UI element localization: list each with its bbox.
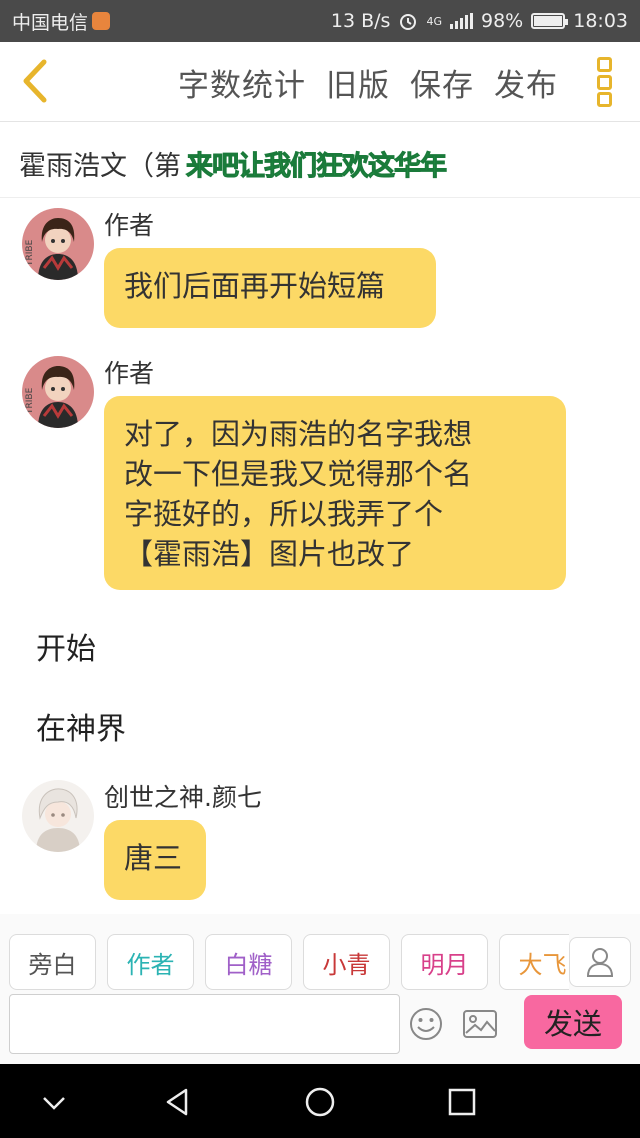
emoji-button[interactable] [408,1006,444,1042]
clock: 18:03 [573,10,628,32]
publish-button[interactable]: 发布 [494,60,558,105]
overlay-caption: 来吧让我们狂欢这华年 [186,151,448,183]
message-text: 唐三 [124,841,183,875]
carrier: 中国电信 [12,8,111,35]
emoji-icon [410,1008,442,1040]
role-chip-dafei[interactable]: 大飞 [499,934,569,990]
role-chip-baitang[interactable]: 白糖 [205,934,292,990]
anime-girl-avatar-icon: TRIBE [22,208,94,280]
role-chip-author[interactable]: 作者 [107,934,194,990]
old-version-button[interactable]: 旧版 [326,60,390,105]
add-role-button[interactable] [569,937,631,987]
person-icon [586,948,614,977]
signal-icon [450,13,473,29]
message-line: 【霍雨浩】图片也改了 [124,537,415,571]
avatar[interactable]: TRIBE [22,208,94,280]
chat-message[interactable]: TRIBE 作者 对了，因为雨浩的名字我想 改一下但是我又觉得那个名 字挺好的，… [22,346,622,596]
top-toolbar: 字数统计 旧版 保存 发布 [0,42,640,122]
chevron-down-icon[interactable] [34,1082,74,1122]
more-vertical-icon[interactable] [594,57,614,107]
system-nav-bar [0,1064,640,1138]
message-bubble[interactable]: 唐三 [104,820,206,900]
chat-message[interactable]: 创世之神.颜七 唐三 [22,772,622,912]
role-chip-xiaoqing[interactable]: 小青 [303,934,390,990]
save-button[interactable]: 保存 [410,60,474,105]
chat-message[interactable]: TRIBE 作者 我们后面再开始短篇 [22,198,622,338]
battery-icon [531,13,569,29]
message-line: 对了，因为雨浩的名字我想 [124,417,473,451]
battery-percent: 98% [481,10,524,32]
image-icon [463,1010,497,1038]
message-input[interactable] [9,994,400,1054]
word-count-button[interactable]: 字数统计 [178,60,306,105]
chevron-left-icon [23,59,47,103]
document-title[interactable]: 霍雨浩文（第 [19,144,181,183]
message-text: 我们后面再开始短篇 [124,269,386,303]
circle-home-icon[interactable] [300,1082,340,1122]
avatar[interactable] [22,780,94,852]
avatar[interactable]: TRIBE [22,356,94,428]
svg-text:TRIBE: TRIBE [25,387,35,415]
chat-content: TRIBE 作者 我们后面再开始短篇 TRIBE 作者 对了，因为雨浩的名字我想… [0,198,640,914]
message-bubble[interactable]: 对了，因为雨浩的名字我想 改一下但是我又觉得那个名 字挺好的，所以我弄了个 【霍… [104,396,566,590]
alarm-icon [400,14,417,30]
role-chip-list: 旁白 作者 白糖 小青 明月 大飞 [9,934,569,990]
document-title-row[interactable]: 霍雨浩文（第 来吧让我们狂欢这华年 [0,122,640,198]
speaker-name: 创世之神.颜七 [104,783,262,812]
carrier-label: 中国电信 [12,11,89,34]
message-line: 字挺好的，所以我弄了个 [124,497,444,531]
network-type: 4G [426,14,442,28]
app-notification-icon [92,12,111,30]
send-button[interactable]: 发送 [524,995,622,1049]
narration-text[interactable]: 开始 [36,624,96,668]
speaker-name: 作者 [104,211,155,240]
triangle-back-icon[interactable] [158,1082,198,1122]
network-speed: 13 B/s [330,10,391,32]
status-bar: 中国电信 13 B/s 4G 98% 18:03 [0,0,640,42]
role-selector: 旁白 作者 白糖 小青 明月 大飞 [0,914,640,990]
role-chip-mingyue[interactable]: 明月 [401,934,488,990]
image-button[interactable] [462,1006,498,1042]
speaker-name: 作者 [104,359,155,388]
composer: 发送 [0,990,640,1064]
narration-text[interactable]: 在神界 [36,704,126,748]
back-button[interactable] [18,56,52,106]
message-bubble[interactable]: 我们后面再开始短篇 [104,248,436,328]
square-recent-icon[interactable] [442,1082,482,1122]
message-line: 改一下但是我又觉得那个名 [124,457,473,491]
role-chip-narrator[interactable]: 旁白 [9,934,96,990]
svg-text:TRIBE: TRIBE [25,239,35,267]
white-hair-boy-avatar-icon [22,780,94,852]
anime-girl-avatar-icon: TRIBE [22,356,94,428]
